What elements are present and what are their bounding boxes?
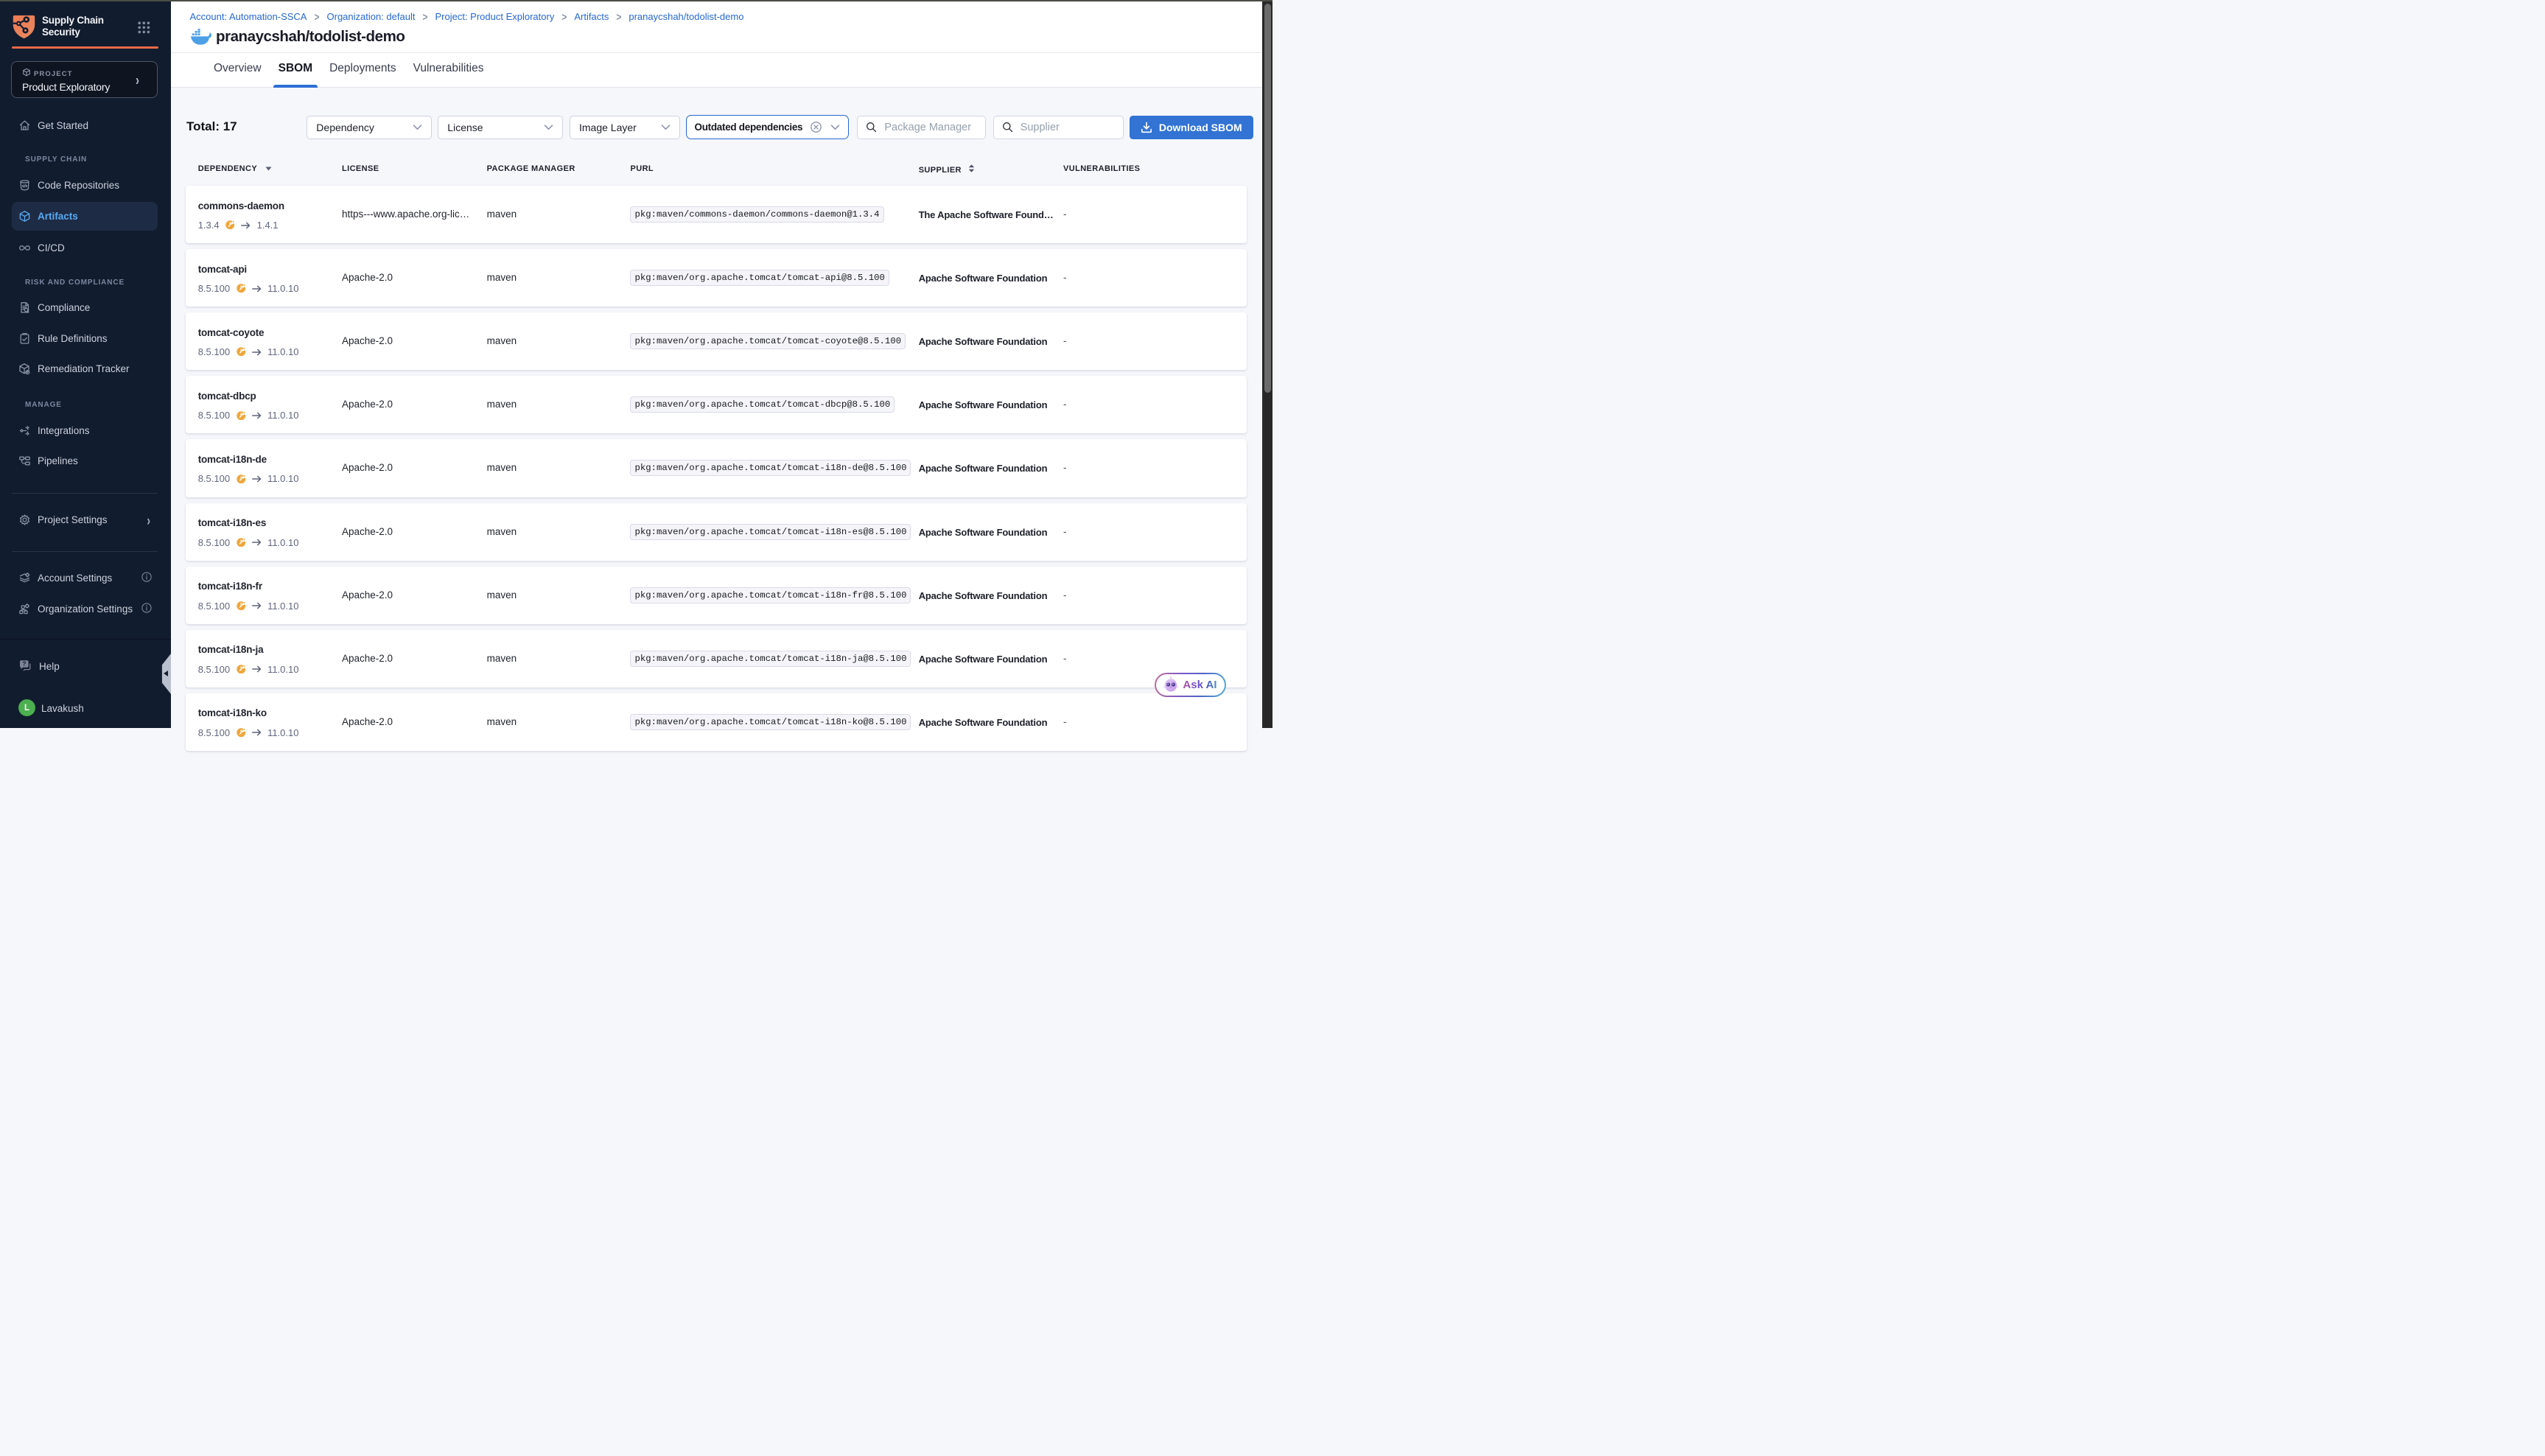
svg-text:?: ? [22,660,26,668]
